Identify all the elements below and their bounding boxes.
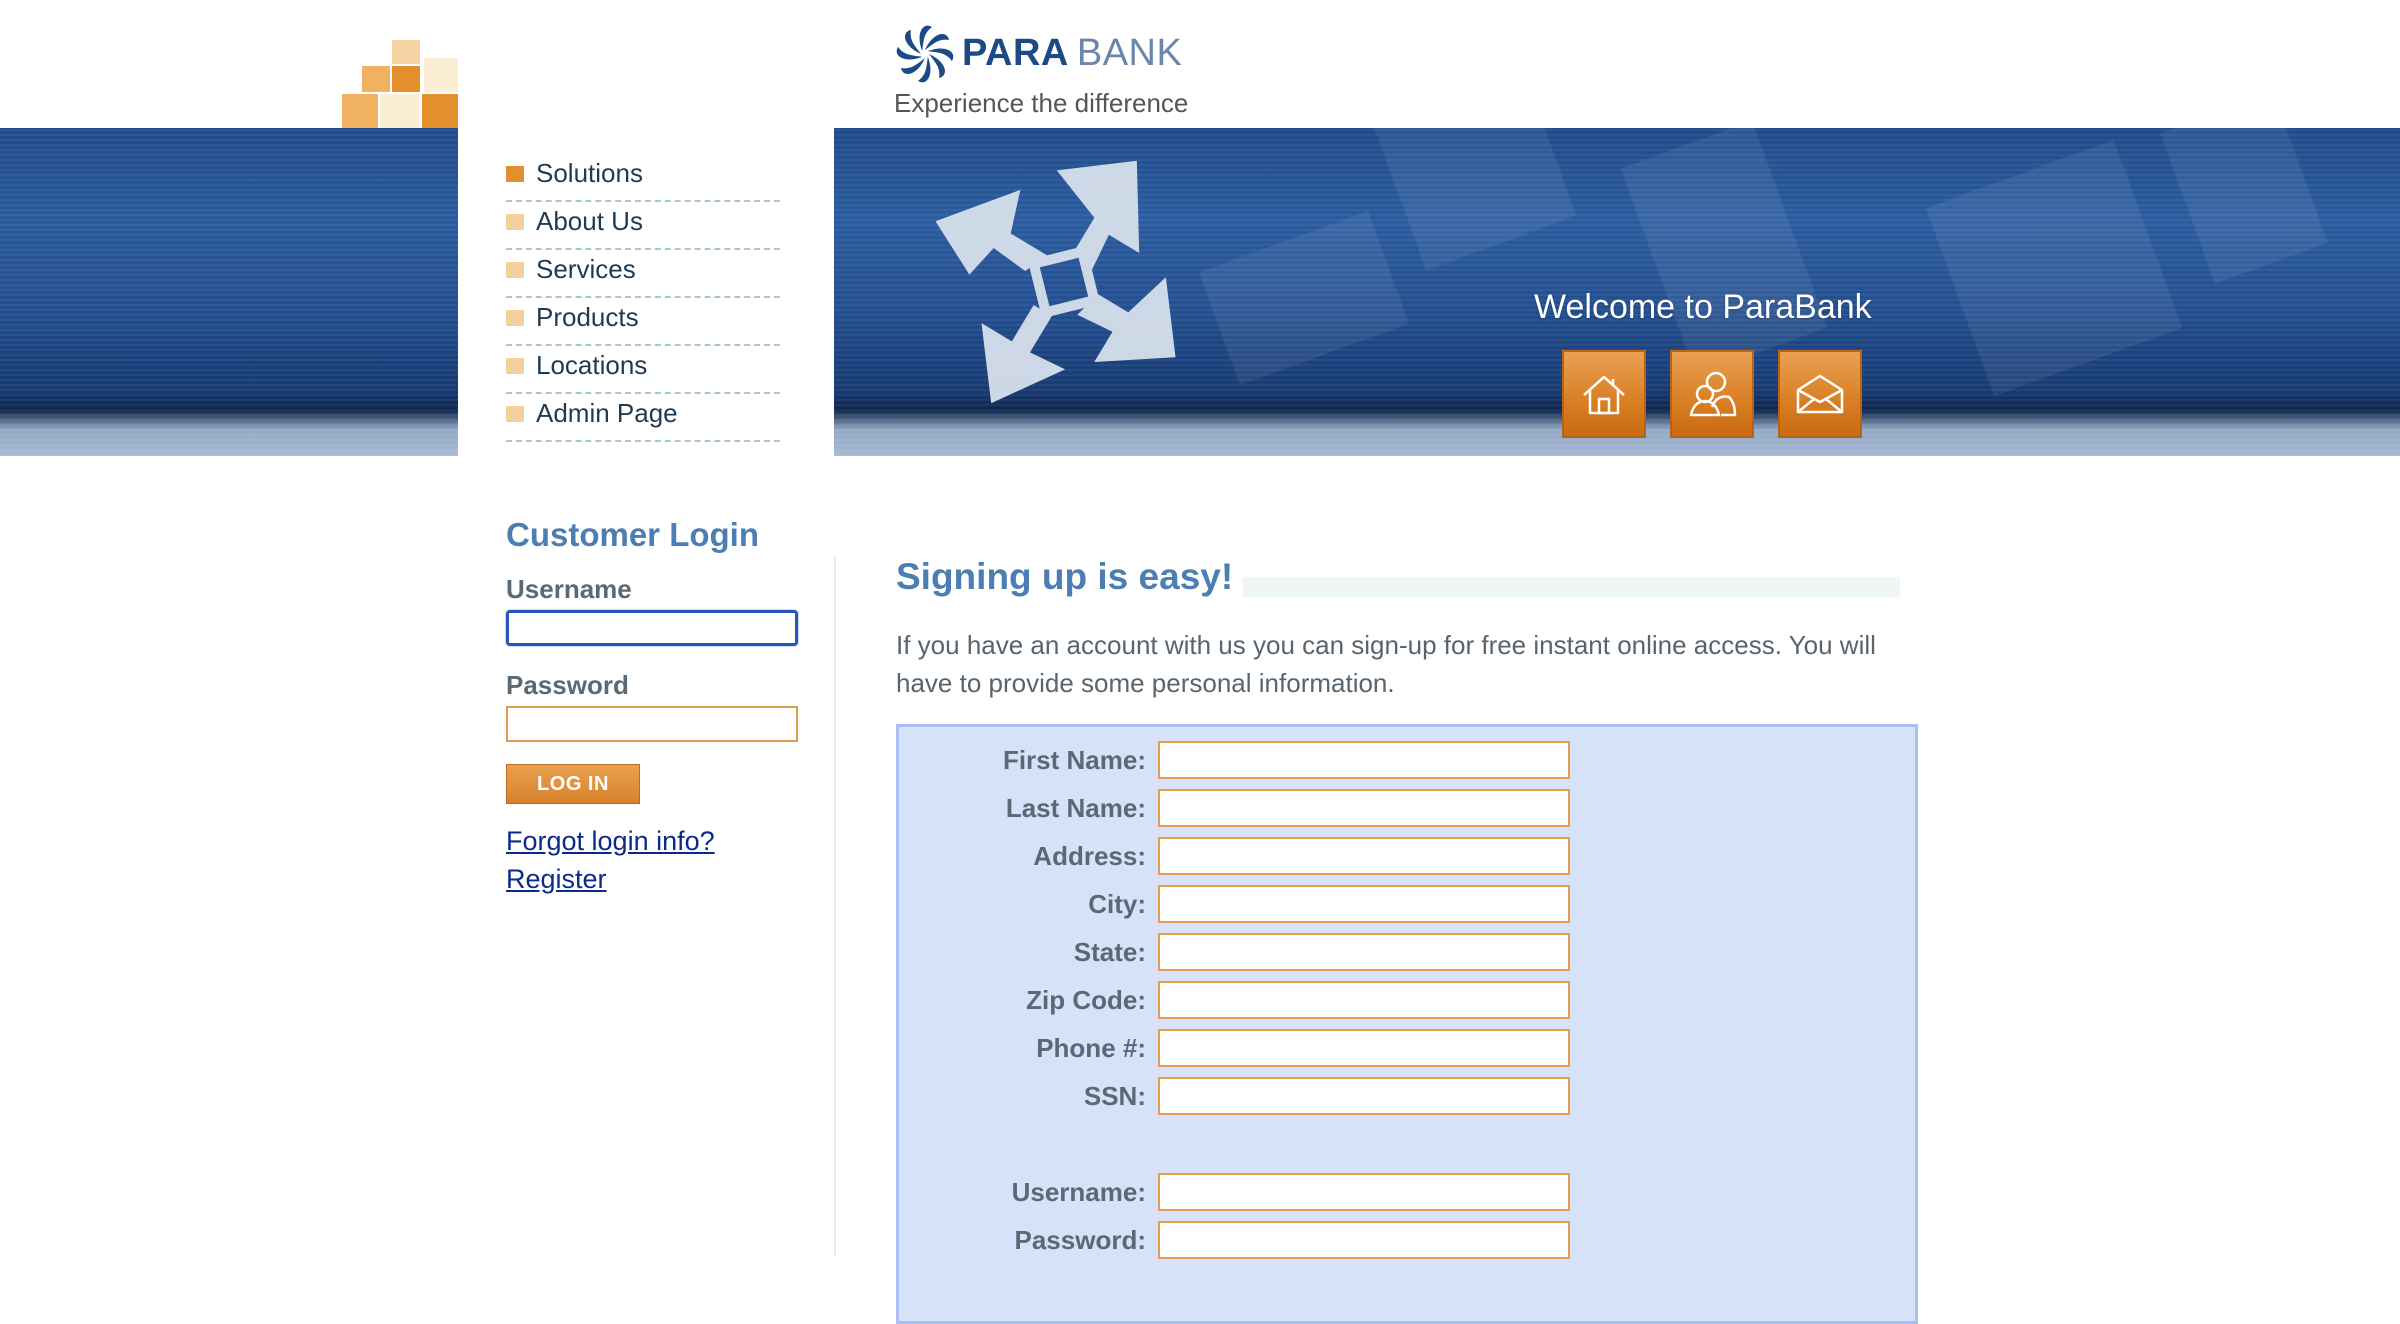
form-row-zip-code: Zip Code: (896, 981, 1596, 1021)
customer-login-title: Customer Login (506, 516, 759, 553)
phone-input[interactable] (1158, 1029, 1570, 1067)
logo-wordmark: PARA BANK (962, 32, 1182, 75)
form-row-city: City: (896, 885, 1596, 925)
nav-item-services[interactable]: Services (506, 252, 780, 298)
logo-bold-text: PARA (962, 32, 1069, 74)
phone-label: Phone #: (1036, 1033, 1146, 1063)
signup-username-input[interactable] (1158, 1173, 1570, 1211)
nav-bullet (506, 262, 524, 278)
nav-bullet (506, 166, 524, 182)
signup-password-input[interactable] (1158, 1221, 1570, 1259)
register-link[interactable]: Register (506, 864, 607, 895)
form-row-state: State: (896, 933, 1596, 973)
nav-bullet (506, 310, 524, 326)
banner-left (0, 128, 458, 456)
ssn-label: SSN: (1083, 1081, 1146, 1111)
form-row-first-name: First Name: (896, 741, 1596, 781)
form-row-address: Address: (896, 837, 1596, 877)
form-row-ssn: SSN: (896, 1077, 1596, 1117)
zip-code-input[interactable] (1158, 981, 1570, 1019)
flower-logo-icon (896, 25, 954, 83)
nav-bullet (506, 406, 524, 422)
form-row-last-name: Last Name: (896, 789, 1596, 829)
logo-light-text: BANK (1076, 32, 1183, 74)
nav-item-admin-page[interactable]: Admin Page (506, 396, 780, 442)
nav-label: Locations (536, 350, 648, 380)
banner-arrows-graphic (935, 160, 1176, 404)
welcome-text: Welcome to ParaBank (1534, 288, 1872, 326)
form-row-password: Password: (896, 1221, 1596, 1261)
state-label: State: (1073, 937, 1146, 967)
address-input[interactable] (1158, 837, 1570, 875)
contact-icon (1689, 371, 1737, 417)
nav-item-locations[interactable]: Locations (506, 348, 780, 394)
contact-button[interactable] (1778, 350, 1862, 438)
main-nav: Solutions About Us Services Products Loc… (506, 156, 780, 444)
signup-intro: If you have an account with us you can s… (896, 630, 1876, 698)
nav-label: Services (536, 254, 636, 284)
form-row-username: Username: (896, 1173, 1596, 1213)
nav-bullet (506, 358, 524, 374)
login-username-input[interactable] (506, 610, 798, 646)
nav-item-products[interactable]: Products (506, 300, 780, 346)
decorative-squares (340, 38, 460, 130)
last-name-input[interactable] (1158, 789, 1570, 827)
login-button[interactable]: LOG IN (506, 764, 640, 804)
nav-label: Admin Page (536, 398, 678, 428)
nav-label: Solutions (536, 158, 643, 188)
first-name-label: First Name: (1002, 745, 1146, 775)
title-underline-bar (1230, 577, 1900, 597)
password-label: Password (506, 670, 629, 700)
city-input[interactable] (1158, 885, 1570, 923)
username-label: Username (506, 574, 632, 604)
city-label: City: (1088, 889, 1146, 919)
zip-code-label: Zip Code: (1026, 985, 1146, 1015)
nav-label: Products (536, 302, 639, 332)
nav-bullet (506, 214, 524, 230)
nav-item-about-us[interactable]: About Us (506, 204, 780, 250)
tagline: Experience the difference (894, 88, 1189, 118)
state-input[interactable] (1158, 933, 1570, 971)
home-button[interactable] (1562, 350, 1646, 438)
about-button[interactable] (1670, 350, 1754, 438)
login-password-input[interactable] (506, 706, 798, 742)
ssn-input[interactable] (1158, 1077, 1570, 1115)
nav-item-solutions[interactable]: Solutions (506, 156, 780, 202)
nav-label: About Us (536, 206, 643, 236)
signup-username-label: Username: (1011, 1177, 1146, 1207)
last-name-label: Last Name: (1005, 793, 1146, 823)
column-divider (834, 556, 836, 1256)
home-icon (1583, 375, 1625, 415)
mail-icon (1796, 374, 1844, 414)
signup-title: Signing up is easy! (896, 556, 1244, 598)
address-label: Address: (1033, 841, 1146, 871)
signup-password-label: Password: (1014, 1225, 1147, 1255)
form-row-phone: Phone #: (896, 1029, 1596, 1069)
first-name-input[interactable] (1158, 741, 1570, 779)
forgot-login-link[interactable]: Forgot login info? (506, 826, 715, 857)
